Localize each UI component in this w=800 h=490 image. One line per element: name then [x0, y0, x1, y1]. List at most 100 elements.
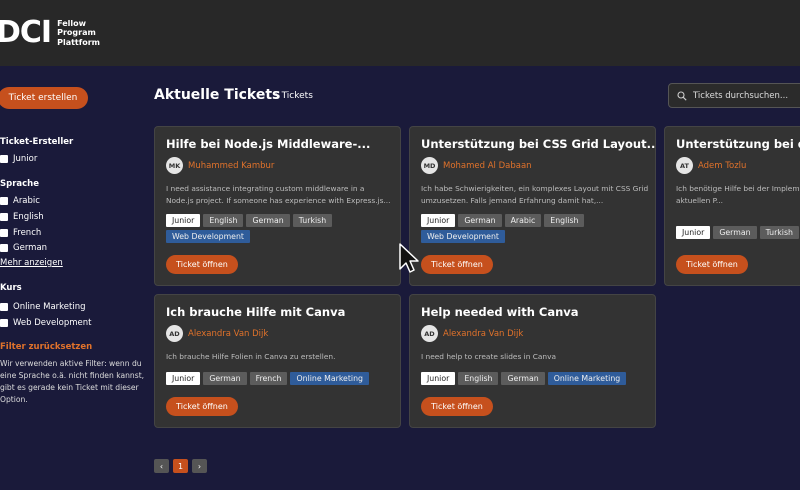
- tag-level: Junior: [421, 214, 456, 227]
- create-ticket-button[interactable]: Ticket erstellen: [0, 87, 88, 109]
- current-page-button[interactable]: 1: [173, 459, 188, 473]
- checkbox[interactable]: [0, 303, 8, 311]
- mouse-cursor-icon: [399, 243, 419, 273]
- checkbox[interactable]: [0, 197, 8, 205]
- author-name[interactable]: Adem Tozlu: [698, 161, 746, 171]
- open-ticket-button[interactable]: Ticket öffnen: [166, 255, 238, 274]
- ticket-card[interactable]: Hilfe bei Node.js Middleware-... MK Muha…: [154, 126, 401, 286]
- top-bar: DCI Fellow Program Plattform: [0, 0, 800, 66]
- tag-course: Online Marketing: [547, 372, 627, 385]
- ticket-tags: Junior English German Turkish Web Develo…: [166, 214, 400, 243]
- search-input[interactable]: [693, 90, 793, 101]
- tag-course: Web Development: [421, 230, 505, 243]
- avatar: MD: [421, 157, 438, 174]
- checkbox[interactable]: [0, 213, 8, 221]
- author-name[interactable]: Mohamed Al Dabaan: [443, 161, 532, 171]
- tag-language: English: [458, 372, 499, 385]
- logo-text: Fellow Program Plattform: [57, 19, 100, 48]
- checkbox[interactable]: [0, 319, 8, 327]
- author-name[interactable]: Alexandra Van Dijk: [188, 329, 268, 339]
- next-page-button[interactable]: ›: [192, 459, 207, 473]
- filter-label: English: [13, 212, 44, 222]
- ticket-tags: Junior German Turkish: [676, 226, 800, 239]
- filter-language-german[interactable]: German: [0, 243, 47, 253]
- author-name[interactable]: Muhammed Kambur: [188, 161, 274, 171]
- tag-language: German: [501, 372, 545, 385]
- ticket-count: 5 Tickets: [273, 91, 313, 101]
- filter-language-arabic[interactable]: Arabic: [0, 196, 40, 206]
- pagination: ‹ 1 ›: [154, 459, 207, 473]
- avatar: MK: [166, 157, 183, 174]
- tag-language: German: [458, 214, 502, 227]
- filter-label: Online Marketing: [13, 302, 86, 312]
- filter-label: Web Development: [13, 318, 92, 328]
- ticket-tags: Junior German Arabic English Web Develop…: [421, 214, 655, 243]
- logo-line-1: Fellow: [57, 18, 87, 28]
- tag-course: Online Marketing: [290, 372, 369, 385]
- tag-language: French: [249, 372, 288, 385]
- search-box[interactable]: [668, 83, 800, 108]
- ticket-card[interactable]: Help needed with Canva AD Alexandra Van …: [409, 294, 656, 428]
- ticket-description: Ich benötige Hilfe bei der Implem... Req…: [676, 184, 800, 205]
- tag-language: English: [544, 214, 585, 227]
- tag-language: English: [203, 214, 244, 227]
- ticket-title[interactable]: Ich brauche Hilfe mit Canva: [166, 305, 345, 319]
- filter-hint: Wir verwenden aktive Filter: wenn du ein…: [0, 359, 145, 404]
- open-ticket-button[interactable]: Ticket öffnen: [421, 255, 493, 274]
- open-ticket-button[interactable]: Ticket öffnen: [421, 397, 493, 416]
- tag-language: German: [713, 226, 757, 239]
- ticket-tags: Junior German French Online Marketing: [166, 372, 400, 385]
- ticket-author: AD Alexandra Van Dijk: [166, 325, 268, 342]
- ticket-author: MD Mohamed Al Dabaan: [421, 157, 532, 174]
- filter-sidebar: Ticket erstellen Ticket-Ersteller Junior…: [0, 66, 150, 490]
- tag-level: Junior: [421, 372, 456, 385]
- checkbox[interactable]: [0, 155, 8, 163]
- ticket-card[interactable]: Ich brauche Hilfe mit Canva AD Alexandra…: [154, 294, 401, 428]
- ticket-tags: Junior English German Online Marketing: [421, 372, 655, 385]
- tag-language: Turkish: [292, 214, 333, 227]
- open-ticket-button[interactable]: Ticket öffnen: [676, 255, 748, 274]
- ticket-description: Ich habe Schwierigkeiten, ein komplexes …: [421, 184, 649, 205]
- show-more-link[interactable]: Mehr anzeigen: [0, 258, 63, 268]
- filter-language-english[interactable]: English: [0, 212, 44, 222]
- avatar: AT: [676, 157, 693, 174]
- ticket-title[interactable]: Unterstützung bei CSS Grid Layout...: [421, 137, 655, 151]
- tag-level: Junior: [166, 214, 201, 227]
- filter-label: German: [13, 243, 48, 253]
- tag-language: German: [203, 372, 247, 385]
- checkbox[interactable]: [0, 244, 8, 252]
- open-ticket-button[interactable]: Ticket öffnen: [166, 397, 238, 416]
- ticket-card[interactable]: Unterstützung bei CSS Grid Layout... MD …: [409, 126, 656, 286]
- ticket-title[interactable]: Hilfe bei Node.js Middleware-...: [166, 137, 370, 151]
- ticket-description: Ich brauche Hilfe Folien in Canva zu ers…: [166, 352, 336, 361]
- filter-creator-junior[interactable]: Junior: [0, 154, 37, 164]
- tag-level: Junior: [676, 226, 711, 239]
- page-title: Aktuelle Tickets: [154, 87, 281, 103]
- ticket-title[interactable]: Unterstützung bei der: [676, 137, 800, 151]
- logo-line-2: Program: [57, 28, 96, 38]
- search-icon: [677, 90, 687, 101]
- tag-language: Arabic: [504, 214, 542, 227]
- checkbox[interactable]: [0, 229, 8, 237]
- ticket-description: I need help to create slides in Canva: [421, 352, 557, 361]
- ticket-author: MK Muhammed Kambur: [166, 157, 274, 174]
- creator-heading: Ticket-Ersteller: [0, 137, 74, 147]
- course-heading: Kurs: [0, 283, 22, 293]
- ticket-author: AT Adem Tozlu: [676, 157, 746, 174]
- tag-course: Web Development: [166, 230, 250, 243]
- previous-page-button[interactable]: ‹: [154, 459, 169, 473]
- language-heading: Sprache: [0, 179, 39, 189]
- author-name[interactable]: Alexandra Van Dijk: [443, 329, 523, 339]
- ticket-card[interactable]: Unterstützung bei der AT Adem Tozlu Ich …: [664, 126, 800, 286]
- tag-level: Junior: [166, 372, 201, 385]
- tag-language: German: [246, 214, 290, 227]
- logo-line-3: Plattform: [57, 37, 101, 47]
- filter-language-french[interactable]: French: [0, 228, 41, 238]
- filter-label: Junior: [13, 154, 38, 164]
- logo[interactable]: DCI Fellow Program Plattform: [0, 18, 100, 48]
- filter-course-web-development[interactable]: Web Development: [0, 318, 91, 328]
- filter-course-online-marketing[interactable]: Online Marketing: [0, 302, 85, 312]
- ticket-title[interactable]: Help needed with Canva: [421, 305, 579, 319]
- reset-filters-link[interactable]: Filter zurücksetzen: [0, 342, 92, 352]
- ticket-author: AD Alexandra Van Dijk: [421, 325, 523, 342]
